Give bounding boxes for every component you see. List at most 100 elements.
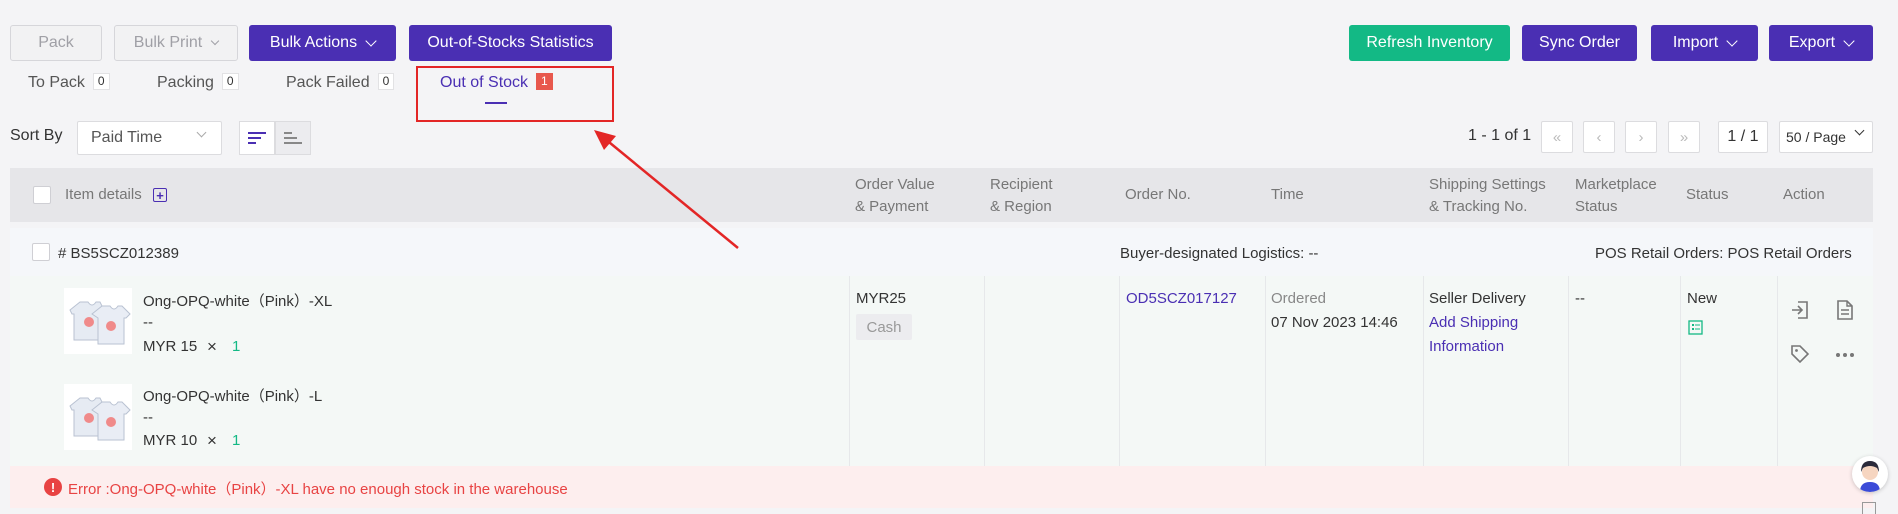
chevron-down-icon: [1854, 125, 1865, 136]
item-price: MYR 15: [143, 338, 198, 355]
times-sign: ×: [207, 337, 217, 356]
header-marketplace-status: Marketplace Status: [1575, 174, 1657, 218]
refresh-inventory-label: Refresh Inventory: [1366, 34, 1493, 51]
sort-descending-icon: [248, 132, 266, 144]
header-recipient-line2: & Region: [990, 198, 1052, 215]
error-message: Error :Ong-OPQ-white（Pink）-XL have no en…: [68, 481, 568, 498]
add-shipping-link-line1[interactable]: Add Shipping: [1429, 314, 1518, 331]
sort-descending-button[interactable]: [239, 121, 275, 155]
tag-icon: [1791, 345, 1810, 364]
header-item-details: Item details: [65, 186, 142, 203]
tab-count-badge: 0: [377, 73, 395, 90]
column-divider: [849, 276, 850, 466]
tab-label: Pack Failed: [286, 74, 370, 91]
payment-method-badge: Cash: [856, 314, 912, 340]
item-name: Ong-OPQ-white（Pink）-XL: [143, 293, 333, 310]
bulk-print-button[interactable]: Bulk Print: [114, 25, 238, 61]
chevron-down-icon: [365, 34, 377, 47]
next-page-button[interactable]: ›: [1625, 121, 1657, 153]
order-checkbox[interactable]: [32, 243, 50, 261]
tab-count-badge: 0: [221, 73, 239, 90]
time-value: 07 Nov 2023 14:46: [1271, 314, 1398, 331]
item-price: MYR 10: [143, 432, 198, 449]
item-quantity: 1: [232, 432, 241, 449]
header-action: Action: [1783, 186, 1825, 203]
page-input[interactable]: 1 / 1: [1718, 121, 1768, 153]
tab-to-pack[interactable]: To Pack 0: [28, 73, 110, 92]
prev-page-button[interactable]: ‹: [1583, 121, 1615, 153]
chevron-down-icon: [1726, 34, 1738, 47]
expand-all-icon[interactable]: +: [153, 188, 167, 202]
chevron-left-icon: ‹: [1596, 128, 1602, 146]
tag-button[interactable]: [1787, 341, 1813, 367]
product-thumbnail[interactable]: [64, 288, 132, 354]
annotation-arrow: [594, 130, 739, 249]
first-page-button[interactable]: «: [1541, 121, 1573, 153]
order-status: New: [1687, 290, 1718, 307]
print-document-button[interactable]: [1832, 297, 1858, 323]
column-divider: [1777, 276, 1778, 466]
export-button[interactable]: Export: [1769, 25, 1873, 61]
tshirt-image: [69, 397, 131, 441]
header-shipping-line1: Shipping Settings: [1429, 176, 1546, 193]
order-number-link[interactable]: OD5SCZ017127: [1126, 290, 1237, 307]
sort-by-label: Sort By: [10, 127, 63, 144]
order-channel: POS Retail Orders: POS Retail Orders: [1595, 245, 1852, 262]
status-detail-icon[interactable]: [1688, 320, 1703, 335]
marketplace-status: --: [1575, 290, 1585, 307]
page-size-value: 50 / Page: [1786, 129, 1846, 145]
item-name: Ong-OPQ-white（Pink）-L: [143, 388, 323, 405]
chevron-down-icon: [1843, 34, 1855, 47]
select-all-checkbox[interactable]: [33, 186, 51, 204]
customer-service-avatar[interactable]: [1852, 456, 1888, 492]
chevron-right-icon: ›: [1638, 128, 1644, 146]
order-group-header: [10, 228, 1873, 276]
out-of-stock-statistics-button[interactable]: Out-of-Stocks Statistics: [409, 25, 612, 61]
sort-by-value: Paid Time: [91, 129, 163, 146]
tab-count-badge: 0: [92, 73, 110, 90]
product-thumbnail[interactable]: [64, 384, 132, 450]
tab-label: Packing: [157, 74, 214, 91]
sync-order-button[interactable]: Sync Order: [1522, 25, 1637, 61]
shipping-method: Seller Delivery: [1429, 290, 1526, 307]
last-page-button[interactable]: »: [1668, 121, 1700, 153]
header-order-value-line2: & Payment: [855, 198, 929, 215]
sort-ascending-icon: [284, 132, 302, 144]
list-icon: [1688, 320, 1703, 335]
times-sign: ×: [207, 431, 217, 450]
bulk-actions-label: Bulk Actions: [269, 34, 358, 51]
column-divider: [1119, 276, 1120, 466]
item-quantity: 1: [232, 338, 241, 355]
header-shipping: Shipping Settings & Tracking No.: [1429, 174, 1546, 218]
tab-pack-failed[interactable]: Pack Failed 0: [286, 73, 395, 92]
header-time: Time: [1271, 186, 1304, 203]
sort-by-select[interactable]: Paid Time: [77, 121, 222, 155]
bulk-print-label: Bulk Print: [133, 34, 203, 51]
header-status: Status: [1686, 186, 1729, 203]
page-size-select[interactable]: 50 / Page: [1779, 121, 1873, 153]
header-shipping-line2: & Tracking No.: [1429, 198, 1528, 215]
export-label: Export: [1788, 34, 1836, 51]
refresh-inventory-button[interactable]: Refresh Inventory: [1349, 25, 1510, 61]
sync-order-label: Sync Order: [1539, 34, 1620, 51]
header-order-value: Order Value & Payment: [855, 174, 935, 218]
header-marketplace-line1: Marketplace: [1575, 176, 1657, 193]
more-actions-button[interactable]: [1832, 342, 1858, 368]
column-divider: [1423, 276, 1424, 466]
sign-in-icon: [1792, 301, 1808, 319]
feedback-icon[interactable]: [1862, 502, 1876, 514]
add-shipping-link-line2[interactable]: Information: [1429, 338, 1504, 355]
pack-action-button[interactable]: [1787, 297, 1813, 323]
tab-packing[interactable]: Packing 0: [157, 73, 239, 92]
column-divider: [1680, 276, 1681, 466]
bulk-actions-button[interactable]: Bulk Actions: [249, 25, 396, 61]
double-chevron-right-icon: »: [1679, 128, 1689, 146]
header-marketplace-line2: Status: [1575, 198, 1618, 215]
import-button[interactable]: Import: [1651, 25, 1758, 61]
document-icon: [1837, 300, 1853, 320]
sort-ascending-button[interactable]: [275, 121, 311, 155]
tshirt-image: [69, 301, 131, 345]
header-recipient-line1: Recipient: [990, 176, 1053, 193]
column-divider: [1265, 276, 1266, 466]
pack-button[interactable]: Pack: [10, 25, 102, 61]
